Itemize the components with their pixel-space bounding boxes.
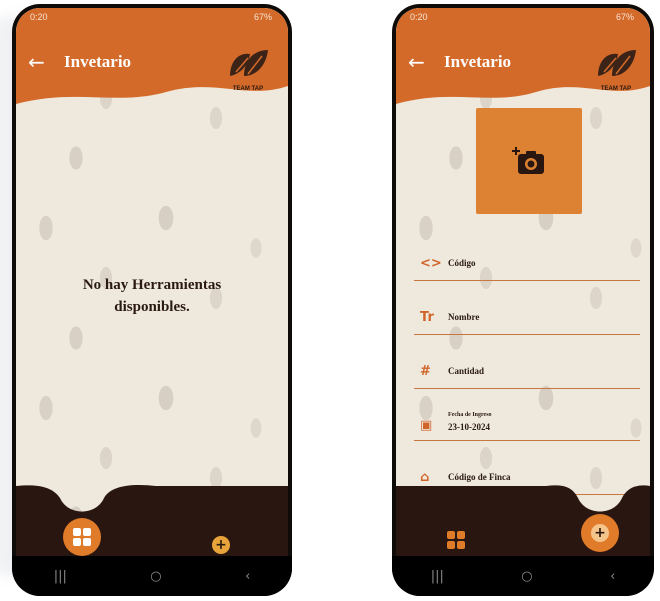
status-battery: 67% <box>615 12 634 22</box>
back-arrow-icon[interactable]: ← <box>28 52 45 72</box>
screen-left: 0:20 67% ← Invetario TEAM TAP No hay Her… <box>16 8 288 556</box>
leaf-icon <box>598 50 636 76</box>
recent-apps-icon[interactable]: ||| <box>431 569 444 584</box>
dashboard-button[interactable] <box>447 531 465 549</box>
screen-right: 0:20 67% ← Invetario TEAM TAP <> Código … <box>396 8 650 556</box>
status-bar: 0:20 67% <box>396 8 650 26</box>
fecha-ingreso-field[interactable]: ▣ Fecha de Ingreso 23-10-2024 <box>414 410 640 441</box>
status-time: 0:20 <box>30 12 48 22</box>
code-icon: <> <box>420 256 442 271</box>
dashboard-button[interactable] <box>63 518 101 556</box>
home-icon[interactable]: ○ <box>150 569 161 584</box>
status-battery: 67% <box>253 12 272 22</box>
text-icon: Tr <box>420 310 434 325</box>
fecha-ingreso-value: 23-10-2024 <box>448 422 490 432</box>
phone-right: 0:20 67% ← Invetario TEAM TAP <> Código … <box>392 4 654 596</box>
page-title: Invetario <box>64 52 132 71</box>
fecha-ingreso-label: Fecha de Ingreso <box>448 412 492 418</box>
team-tap-logo: TEAM TAP <box>594 46 638 92</box>
android-nav-bar: ||| ○ ‹ <box>12 556 292 596</box>
calendar-icon: ▣ <box>420 418 433 433</box>
recent-apps-icon[interactable]: ||| <box>54 569 67 584</box>
codigo-label: Código <box>448 258 476 268</box>
status-time: 0:20 <box>410 12 428 22</box>
empty-message: No hay Herramientas disponibles. <box>16 274 288 318</box>
add-photo-button[interactable] <box>476 108 582 214</box>
add-photo-icon <box>512 147 544 174</box>
back-arrow-icon[interactable]: ← <box>408 52 425 72</box>
logo-text: TEAM TAP <box>232 86 264 92</box>
grid-icon <box>73 528 91 546</box>
codigo-field[interactable]: <> Código <box>414 250 640 281</box>
phone-left: 0:20 67% ← Invetario TEAM TAP No hay Her… <box>12 4 292 596</box>
back-icon[interactable]: ‹ <box>610 569 615 584</box>
status-bar: 0:20 67% <box>16 8 288 26</box>
cantidad-field[interactable]: # Cantidad <box>414 358 640 389</box>
logo-text: TEAM TAP <box>600 86 632 92</box>
nombre-label: Nombre <box>448 312 480 322</box>
android-nav-bar: ||| ○ ‹ <box>392 556 654 596</box>
grid-icon <box>447 531 465 549</box>
team-tap-logo: TEAM TAP <box>226 46 270 92</box>
back-icon[interactable]: ‹ <box>245 569 250 584</box>
bottom-bar <box>16 476 288 556</box>
home-icon[interactable]: ○ <box>521 569 532 584</box>
empty-message-line2: disponibles. <box>114 299 190 315</box>
hash-icon: # <box>420 364 431 379</box>
add-button-container[interactable]: + <box>581 514 619 552</box>
empty-message-line1: No hay Herramientas <box>82 277 222 293</box>
page-title: Invetario <box>444 52 512 71</box>
nombre-field[interactable]: Tr Nombre <box>414 304 640 335</box>
plus-icon: + <box>591 524 609 542</box>
leaf-icon <box>230 50 268 76</box>
add-button[interactable]: + <box>212 536 230 554</box>
cantidad-label: Cantidad <box>448 366 485 376</box>
